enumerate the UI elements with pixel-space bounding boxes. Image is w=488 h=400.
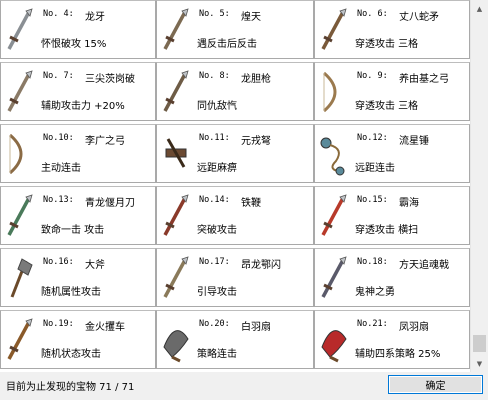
axe-icon — [4, 255, 34, 301]
treasure-name: 养由基之弓 — [399, 74, 449, 85]
treasure-name: 丈八蛇矛 — [399, 12, 439, 23]
treasure-number: No.14: — [199, 195, 230, 205]
treasure-name: 龙牙 — [85, 12, 105, 23]
halberd-icon — [318, 255, 348, 301]
trident-icon — [4, 69, 34, 115]
treasure-item[interactable]: No.20: 白羽扇策略连击 — [156, 310, 314, 369]
treasure-grid-area[interactable]: No. 4: 龙牙怀恨破攻 15% No. 5: 煌天遇反击后反击 No. 6: 丈八蛇矛… — [0, 0, 470, 372]
treasure-effect: 主动连击 — [41, 163, 81, 174]
treasure-count-label: 目前为止发现的宝物 71 / 71 — [6, 382, 135, 393]
treasure-effect: 穿透攻击 三格 — [355, 39, 419, 50]
treasure-item[interactable]: No. 7: 三尖茨岗破辅助攻击力 +20% — [0, 62, 156, 121]
treasure-number: No.18: — [357, 257, 388, 267]
treasure-item[interactable]: No.17: 昂龙鄂闪引导攻击 — [156, 248, 314, 307]
feather-fan-icon — [160, 317, 190, 363]
gold-fire-icon — [4, 317, 34, 363]
crossbow-icon — [160, 131, 190, 177]
treasure-effect: 辅助攻击力 +20% — [41, 101, 125, 112]
ok-button[interactable]: 确定 — [388, 375, 483, 394]
halberd-icon — [160, 7, 190, 53]
treasure-name: 三尖茨岗破 — [85, 74, 135, 85]
treasure-item[interactable]: No.15: 霸海穿透攻击 横扫 — [314, 186, 470, 245]
treasure-number: No.19: — [43, 319, 74, 329]
treasure-number: No.10: — [43, 133, 74, 143]
treasure-item[interactable]: No.12: 流星锤远距连击 — [314, 124, 470, 183]
treasure-item[interactable]: No. 6: 丈八蛇矛穿透攻击 三格 — [314, 0, 470, 59]
treasure-item[interactable]: No.16: 大斧随机属性攻击 — [0, 248, 156, 307]
treasure-number: No. 9: — [357, 71, 388, 81]
treasure-name: 煌天 — [241, 12, 261, 23]
treasure-name: 方天追魂戟 — [399, 260, 449, 271]
iron-whip-icon — [160, 193, 190, 239]
snake-spear-icon — [318, 7, 348, 53]
treasure-number: No.11: — [199, 133, 230, 143]
sword-icon — [4, 7, 34, 53]
treasure-number: No.17: — [199, 257, 230, 267]
treasure-item[interactable]: No. 8: 龙胆枪同仇敌忾 — [156, 62, 314, 121]
scroll-down-arrow-icon[interactable]: ▼ — [471, 355, 488, 372]
treasure-name: 铁鞭 — [241, 198, 261, 209]
meteor-hammer-icon — [318, 131, 348, 177]
treasure-item[interactable]: No.18: 方天追魂戟鬼神之勇 — [314, 248, 470, 307]
treasure-name: 霸海 — [399, 198, 419, 209]
treasure-effect: 穿透攻击 三格 — [355, 101, 419, 112]
scrollbar-thumb[interactable] — [473, 335, 486, 352]
treasure-item[interactable]: No.10: 李广之弓主动连击 — [0, 124, 156, 183]
treasure-effect: 同仇敌忾 — [197, 101, 237, 112]
treasure-effect: 远距连击 — [355, 163, 395, 174]
blade-icon — [318, 193, 348, 239]
treasure-item[interactable]: No.13: 青龙偃月刀致命一击 攻击 — [0, 186, 156, 245]
treasure-item[interactable]: No.11: 元戎弩远距麻痹 — [156, 124, 314, 183]
treasure-name: 元戎弩 — [241, 136, 271, 147]
treasure-name: 大斧 — [85, 260, 105, 271]
treasure-list-window: No. 4: 龙牙怀恨破攻 15% No. 5: 煌天遇反击后反击 No. 6: 丈八蛇矛… — [0, 0, 488, 400]
treasure-item[interactable]: No.21: 凤羽扇辅助四系策略 25% — [314, 310, 470, 369]
scroll-up-arrow-icon[interactable]: ▲ — [471, 0, 488, 17]
treasure-item[interactable]: No. 9: 养由基之弓穿透攻击 三格 — [314, 62, 470, 121]
treasure-number: No. 4: — [43, 9, 74, 19]
treasure-name: 白羽扇 — [241, 322, 271, 333]
treasure-number: No.15: — [357, 195, 388, 205]
treasure-name: 金火攫车 — [85, 322, 125, 333]
treasure-number: No.20: — [199, 319, 230, 329]
treasure-item[interactable]: No. 4: 龙牙怀恨破攻 15% — [0, 0, 156, 59]
treasure-effect: 鬼神之勇 — [355, 287, 395, 298]
treasure-name: 凤羽扇 — [399, 322, 429, 333]
treasure-grid: No. 4: 龙牙怀恨破攻 15% No. 5: 煌天遇反击后反击 No. 6: 丈八蛇矛… — [0, 0, 470, 369]
treasure-effect: 引导攻击 — [197, 287, 237, 298]
treasure-name: 昂龙鄂闪 — [241, 260, 281, 271]
treasure-number: No. 6: — [357, 9, 388, 19]
treasure-effect: 穿透攻击 横扫 — [355, 225, 419, 236]
bow-icon — [4, 131, 34, 177]
treasure-number: No.12: — [357, 133, 388, 143]
phoenix-fan-icon — [318, 317, 348, 363]
treasure-effect: 突破攻击 — [197, 225, 237, 236]
treasure-effect: 致命一击 攻击 — [41, 225, 105, 236]
treasure-item[interactable]: No.14: 铁鞭突破攻击 — [156, 186, 314, 245]
vertical-scrollbar[interactable]: ▲ ▼ — [470, 0, 487, 372]
treasure-name: 青龙偃月刀 — [85, 198, 135, 209]
treasure-name: 李广之弓 — [85, 136, 125, 147]
treasure-name: 流星锤 — [399, 136, 429, 147]
treasure-effect: 辅助四系策略 25% — [355, 349, 441, 360]
treasure-item[interactable]: No.19: 金火攫车随机状态攻击 — [0, 310, 156, 369]
treasure-number: No. 5: — [199, 9, 230, 19]
treasure-number: No.21: — [357, 319, 388, 329]
treasure-effect: 策略连击 — [197, 349, 237, 360]
treasure-effect: 随机状态攻击 — [41, 349, 101, 360]
glaive-icon — [4, 193, 34, 239]
treasure-number: No.13: — [43, 195, 74, 205]
treasure-number: No.16: — [43, 257, 74, 267]
treasure-effect: 遇反击后反击 — [197, 39, 257, 50]
spear-icon — [160, 69, 190, 115]
long-spear-icon — [160, 255, 190, 301]
treasure-effect: 怀恨破攻 15% — [41, 39, 107, 50]
treasure-name: 龙胆枪 — [241, 74, 271, 85]
treasure-effect: 远距麻痹 — [197, 163, 237, 174]
treasure-number: No. 7: — [43, 71, 74, 81]
treasure-item[interactable]: No. 5: 煌天遇反击后反击 — [156, 0, 314, 59]
treasure-effect: 随机属性攻击 — [41, 287, 101, 298]
treasure-number: No. 8: — [199, 71, 230, 81]
bow-icon — [318, 69, 348, 115]
